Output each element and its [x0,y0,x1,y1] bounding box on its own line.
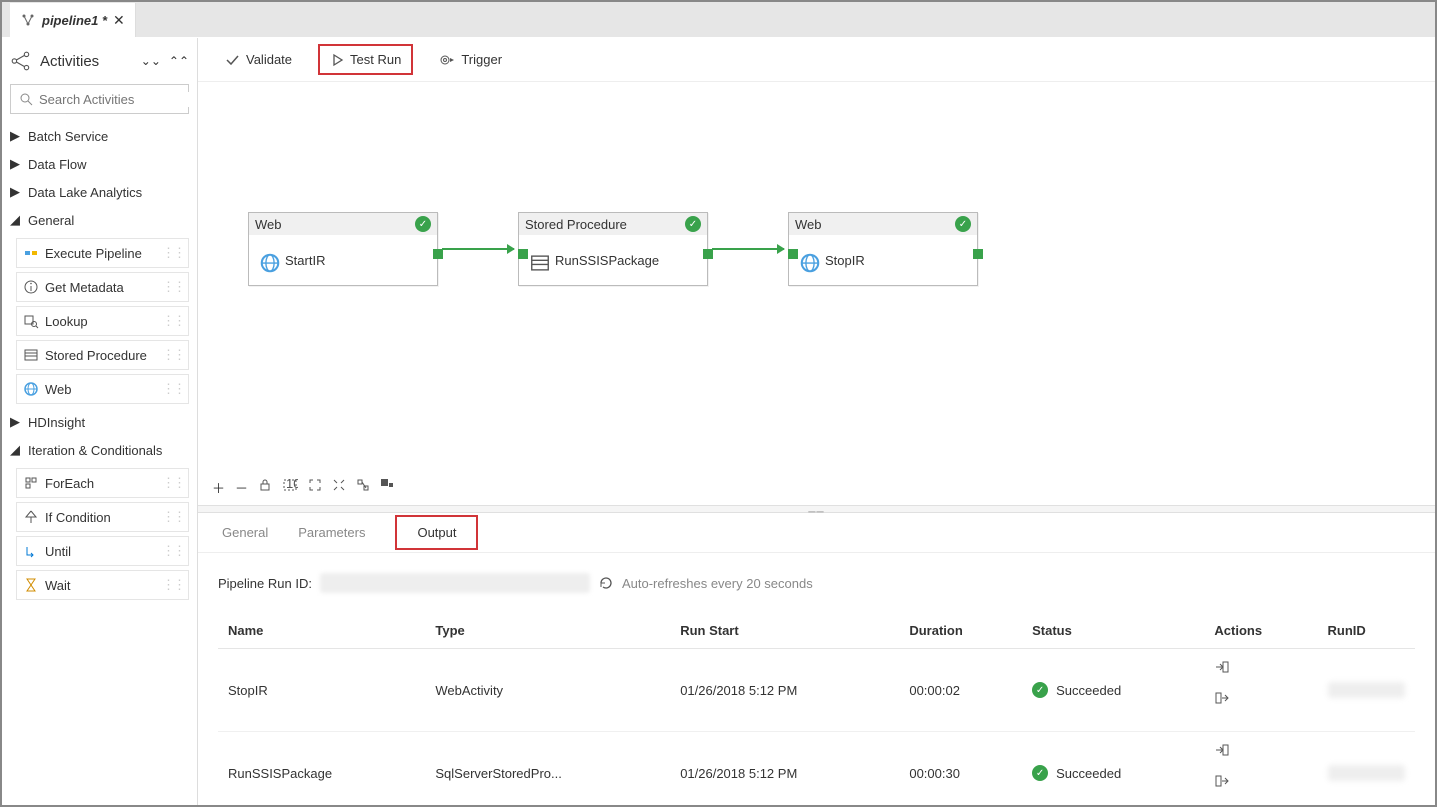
search-input[interactable] [39,92,198,107]
pipeline-icon [20,12,36,28]
activities-icon [10,50,32,72]
table-row: RunSSISPackageSqlServerStoredPro...01/26… [218,732,1415,806]
success-icon: ✓ [955,216,971,232]
expand-all-icon[interactable]: ⌄⌄ [141,54,161,68]
tab-title: pipeline1 * [42,13,107,28]
pipeline-canvas[interactable]: Web✓ StartIR Stored Procedure✓ RunSSISPa… [198,82,1435,505]
activity-execute-pipeline[interactable]: Execute Pipeline⋮⋮ [16,238,189,268]
output-icon[interactable] [1214,773,1307,789]
category-data-lake-analytics[interactable]: ▶Data Lake Analytics [10,178,189,206]
tab-pipeline1[interactable]: pipeline1 * ✕ [10,3,136,37]
lookup-icon [23,313,39,329]
search-icon [19,92,33,106]
stored-procedure-icon [23,347,39,363]
activity-if-condition[interactable]: If Condition⋮⋮ [16,502,189,532]
success-icon: ✓ [1032,765,1048,781]
activity-foreach[interactable]: ForEach⋮⋮ [16,468,189,498]
execute-pipeline-icon [23,245,39,261]
activity-stored-procedure[interactable]: Stored Procedure⋮⋮ [16,340,189,370]
activity-lookup[interactable]: Lookup⋮⋮ [16,306,189,336]
tab-output[interactable]: Output [395,515,478,550]
node-startir[interactable]: Web✓ StartIR [248,212,438,286]
web-icon [799,252,815,268]
foreach-icon [23,475,39,491]
lock-icon[interactable] [258,478,272,497]
success-icon: ✓ [685,216,701,232]
runid-value [1328,682,1405,698]
collapse-all-icon[interactable]: ⌃⌃ [169,54,189,68]
trigger-button[interactable]: Trigger [433,48,508,72]
category-batch-service[interactable]: ▶Batch Service [10,122,189,150]
run-id-value [320,573,590,593]
runid-value [1328,765,1405,781]
zoom-out-icon[interactable]: － [235,478,248,497]
panel-tabs: General Parameters Output [198,513,1435,553]
input-icon[interactable] [1214,659,1307,675]
tab-general[interactable]: General [222,515,268,550]
activity-until[interactable]: Until⋮⋮ [16,536,189,566]
run-id-label: Pipeline Run ID: [218,576,312,591]
search-activities[interactable] [10,84,189,114]
activities-sidebar: Activities ⌄⌄ ⌃⌃ ▶Batch Service ▶Data Fl… [2,38,198,805]
fit-100-icon[interactable]: 100 [282,478,298,497]
svg-text:100: 100 [286,478,298,491]
fit-screen-icon[interactable] [308,478,322,497]
stored-procedure-icon [529,252,545,268]
refresh-icon[interactable] [598,575,614,591]
output-icon[interactable] [1214,690,1307,706]
validate-button[interactable]: Validate [218,48,298,72]
fullscreen-icon[interactable] [332,478,346,497]
until-icon [23,543,39,559]
category-data-flow[interactable]: ▶Data Flow [10,150,189,178]
success-icon: ✓ [415,216,431,232]
edge-2-3 [712,248,784,250]
web-icon [23,381,39,397]
category-iteration-conditionals[interactable]: ◢Iteration & Conditionals [10,436,189,464]
activity-wait[interactable]: Wait⋮⋮ [16,570,189,600]
table-row: StopIRWebActivity01/26/2018 5:12 PM00:00… [218,649,1415,732]
node-stopir[interactable]: Web✓ StopIR [788,212,978,286]
if-icon [23,509,39,525]
success-icon: ✓ [1032,682,1048,698]
info-icon [23,279,39,295]
zoom-in-icon[interactable]: ＋ [212,478,225,497]
category-general[interactable]: ◢General [10,206,189,234]
wait-icon [23,577,39,593]
canvas-toolbar: ＋ － 100 [212,478,394,497]
node-runssispackage[interactable]: Stored Procedure✓ RunSSISPackage [518,212,708,286]
check-icon [224,52,240,68]
activity-web[interactable]: Web⋮⋮ [16,374,189,404]
web-icon [259,252,275,268]
tab-parameters[interactable]: Parameters [298,515,365,550]
activity-get-metadata[interactable]: Get Metadata⋮⋮ [16,272,189,302]
minimap-icon[interactable] [380,478,394,497]
play-icon [330,53,344,67]
test-run-button[interactable]: Test Run [318,44,413,75]
edge-1-2 [442,248,514,250]
pipeline-toolbar: Validate Test Run Trigger [198,38,1435,82]
activities-title: Activities [40,53,99,70]
input-icon[interactable] [1214,742,1307,758]
refresh-note: Auto-refreshes every 20 seconds [622,576,813,591]
category-hdinsight[interactable]: ▶HDInsight [10,408,189,436]
gear-play-icon [439,52,455,68]
close-icon[interactable]: ✕ [113,12,125,29]
autolayout-icon[interactable] [356,478,370,497]
output-table: Name Type Run Start Duration Status Acti… [218,613,1415,805]
panel-resize-handle[interactable]: ── [198,505,1435,513]
document-tabstrip: pipeline1 * ✕ [2,2,1435,38]
